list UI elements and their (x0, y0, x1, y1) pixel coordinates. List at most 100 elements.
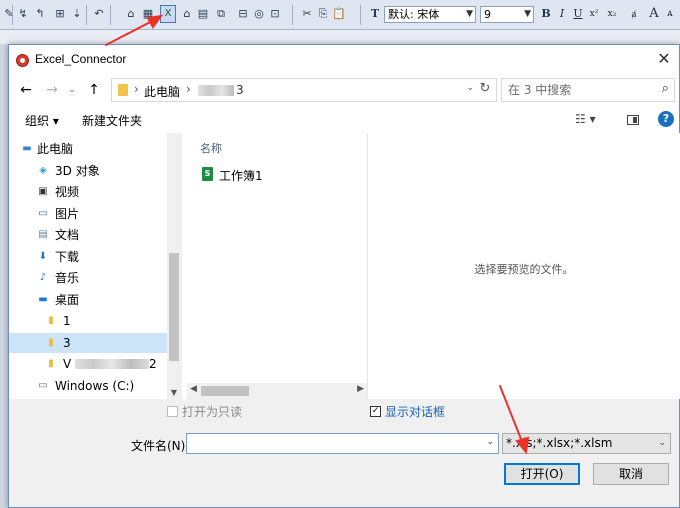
breadcrumb-this-pc[interactable]: 此电脑 (144, 83, 180, 100)
nav-item-music[interactable]: ♪ 音乐 (9, 268, 167, 288)
toolbar-icon[interactable]: ▤ (196, 7, 210, 21)
nav-item-this-pc[interactable]: ▬ 此电脑 (9, 139, 167, 159)
toolbar-icon[interactable]: ⧉ (214, 7, 228, 21)
cut-icon[interactable]: ✂ (300, 7, 314, 21)
toolbar-divider (360, 5, 361, 25)
dialog-footer: 打开为只读 ✓ 显示对话框 文件名(N): ⌄ *.xls;*.xlsx;*.x… (9, 399, 679, 507)
excel-sheet-icon: S (202, 167, 213, 181)
up-button[interactable]: ↑ (85, 81, 103, 99)
forward-button[interactable]: → (43, 81, 61, 99)
close-button[interactable]: ✕ (651, 47, 677, 71)
nav-item-drive-c[interactable]: ▭ Windows (C:) (9, 376, 167, 396)
font-name-value: 默认: 宋体 (388, 8, 440, 21)
font-size-down-button[interactable]: ᴀ (662, 6, 678, 22)
nav-item-label-suffix: 2 (149, 357, 157, 371)
toolbar-icon[interactable]: ⊡ (268, 7, 282, 21)
toolbar-icon[interactable]: ✎ (2, 7, 16, 21)
scrollbar-thumb[interactable] (169, 253, 179, 361)
nav-item-downloads[interactable]: ⬇ 下载 (9, 247, 167, 267)
open-readonly-label[interactable]: 打开为只读 (182, 403, 242, 420)
underline-button[interactable]: U (570, 6, 586, 22)
chevron-down-icon[interactable]: ▼ (169, 388, 179, 397)
nav-item-label: 图片 (55, 207, 80, 221)
video-icon: ▣ (38, 186, 48, 197)
help-button[interactable]: ? (658, 111, 674, 127)
redacted-folder-name (75, 359, 149, 369)
checkmark-icon: ✓ (371, 406, 380, 416)
pictures-icon: ▭ (38, 208, 48, 219)
toolbar-icon[interactable]: ⊟ (236, 7, 250, 21)
nav-item-3d-objects[interactable]: ◈ 3D 对象 (9, 161, 167, 181)
font-size-select[interactable]: 9 ▼ (480, 6, 534, 23)
folder-icon: ▮ (48, 358, 54, 369)
chevron-right-icon[interactable]: ▶ (357, 384, 364, 394)
address-bar[interactable]: › 此电脑 › 3 ⌄ ↻ (111, 78, 497, 102)
toolbar-icon[interactable]: ◎ (252, 7, 266, 21)
bold-button[interactable]: B (538, 6, 554, 22)
cancel-button[interactable]: 取消 (593, 463, 669, 485)
font-color-button[interactable]: A (646, 6, 662, 22)
toolbar-icon[interactable]: ↯ (16, 7, 30, 21)
nav-item-folder-v[interactable]: ▮ V 2 (9, 354, 167, 374)
open-button[interactable]: 打开(O) (504, 463, 580, 485)
nav-item-label: 此电脑 (37, 142, 74, 156)
toolbar-icon[interactable]: ⊞ (53, 7, 67, 21)
nav-item-videos[interactable]: ▣ 视频 (9, 182, 167, 202)
nav-item-documents[interactable]: ▤ 文档 (9, 225, 167, 245)
breadcrumb-separator-icon[interactable]: › (134, 82, 139, 96)
superscript-button[interactable]: x² (586, 6, 602, 22)
new-folder-button[interactable]: 新建文件夹 (82, 112, 142, 129)
search-input[interactable] (508, 82, 648, 98)
nav-item-label: 下载 (55, 250, 80, 264)
font-name-select[interactable]: 默认: 宋体 ▼ (384, 6, 476, 23)
subscript-button[interactable]: x₂ (604, 6, 620, 22)
filename-combobox[interactable]: ⌄ (186, 433, 499, 454)
music-icon: ♪ (39, 272, 47, 283)
3d-objects-icon: ◈ (39, 165, 47, 176)
search-icon[interactable]: ⌕ (662, 81, 669, 96)
nav-item-pictures[interactable]: ▭ 图片 (9, 204, 167, 224)
chevron-left-icon[interactable]: ◀ (190, 384, 197, 394)
organize-button[interactable]: 组织 ▾ (25, 112, 59, 129)
nav-item-desktop[interactable]: ▬ 桌面 (9, 290, 167, 310)
file-list-scrollbar[interactable]: ◀ ▶ (187, 383, 367, 399)
italic-button[interactable]: I (554, 6, 570, 22)
show-dialog-checkbox[interactable]: ✓ (370, 406, 381, 417)
help-icon: ? (662, 112, 670, 125)
show-dialog-label[interactable]: 显示对话框 (385, 403, 445, 420)
paste-icon[interactable]: 📋 (332, 7, 346, 21)
back-button[interactable]: ← (17, 81, 35, 99)
scrollbar-thumb[interactable] (201, 386, 249, 396)
toolbar-icon[interactable]: ↰ (33, 7, 47, 21)
preview-pane-button[interactable] (627, 115, 639, 125)
toolbar-icon[interactable]: ▦ (141, 7, 155, 21)
toolbar-icon[interactable]: ⌂ (180, 7, 194, 21)
redacted-path-segment (198, 85, 234, 96)
nav-scrollbar[interactable]: ▼ (167, 133, 181, 399)
breadcrumb-current-folder[interactable]: 3 (236, 83, 244, 97)
undo-icon[interactable]: ↶ (92, 7, 106, 21)
chevron-down-icon[interactable]: ⌄ (658, 434, 666, 453)
column-header-name[interactable]: 名称 (200, 140, 222, 156)
filetype-select[interactable]: *.xls;*.xlsx;*.xlsm ⌄ (502, 433, 671, 454)
search-box[interactable]: ⌕ (501, 78, 675, 102)
strikethrough-button[interactable]: ⱥ (626, 6, 642, 22)
dialog-title: Excel_Connector (35, 52, 127, 66)
excel-connector-button[interactable]: X (160, 5, 176, 23)
toolbar-icon[interactable]: ⌂ (124, 7, 138, 21)
recent-locations-button[interactable]: ⌄ (63, 81, 81, 99)
toolbar-icon[interactable]: ⇣ (70, 7, 84, 21)
breadcrumb-separator-icon[interactable]: › (186, 82, 191, 96)
address-row: ← → ⌄ ↑ › 此电脑 › 3 ⌄ ↻ ⌕ (9, 75, 679, 105)
chevron-down-icon[interactable]: ⌄ (466, 83, 474, 93)
font-icon: T (370, 7, 380, 20)
nav-item-folder-3[interactable]: ▮ 3 (9, 333, 167, 353)
nav-item-folder-1[interactable]: ▮ 1 (9, 311, 167, 331)
change-view-button[interactable]: ☷ ▾ (575, 112, 596, 126)
copy-icon[interactable]: ⎘ (316, 7, 330, 21)
refresh-icon[interactable]: ↻ (477, 81, 493, 96)
chevron-down-icon[interactable]: ⌄ (486, 437, 494, 447)
dialog-titlebar[interactable]: Excel_Connector ✕ (9, 45, 679, 75)
open-readonly-checkbox[interactable] (167, 406, 178, 417)
documents-icon: ▤ (38, 229, 48, 240)
